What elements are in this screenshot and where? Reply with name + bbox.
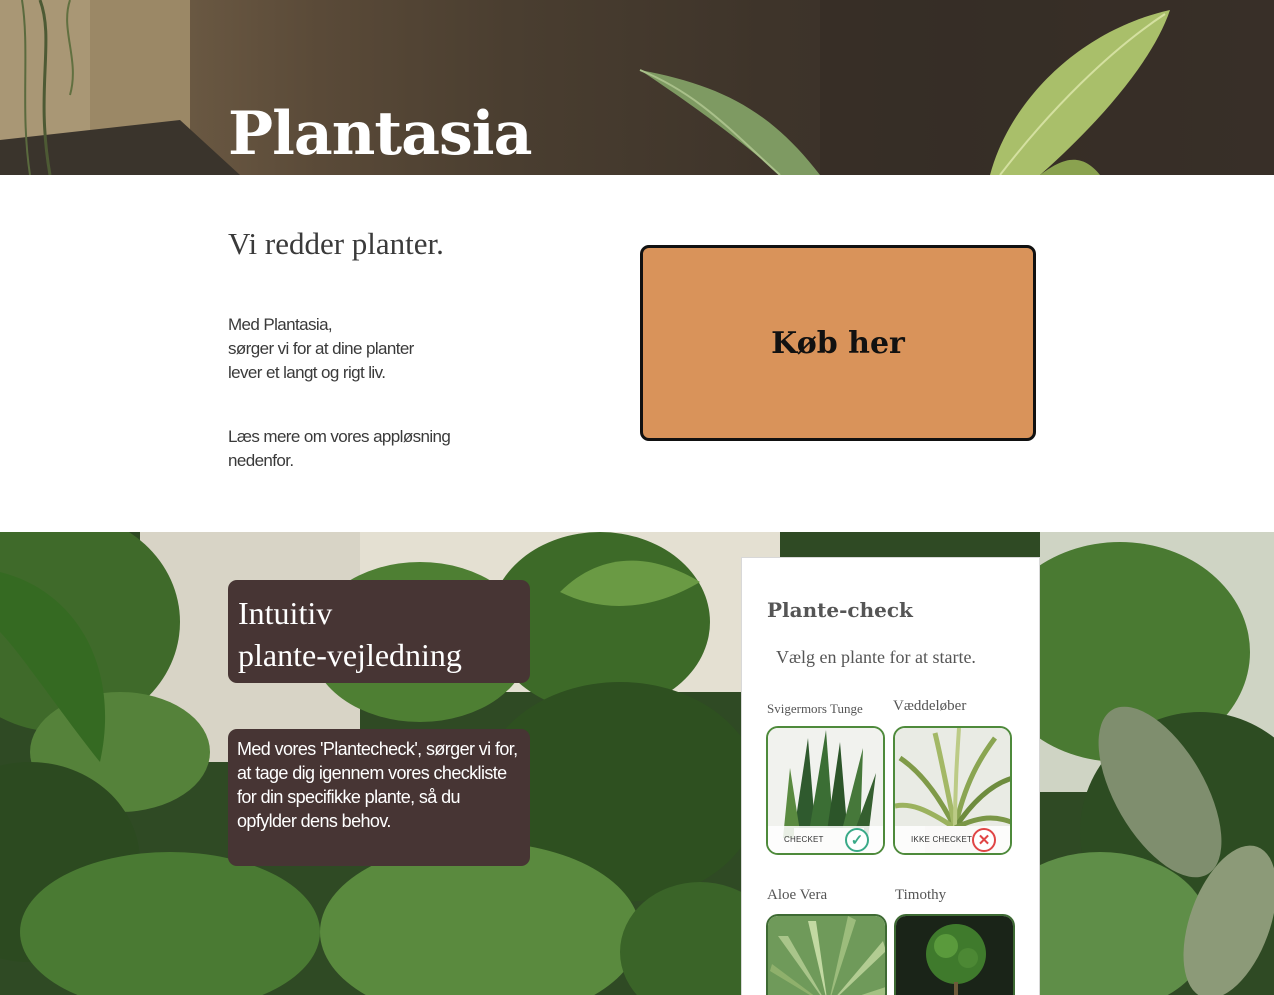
status-label: IKKE CHECKET [911,835,973,844]
plant-name: Svigermors Tunge [767,701,863,716]
site-title: Plantasia [228,99,532,169]
intro-text: Med Plantasia, sørger vi for at dine pla… [228,313,548,385]
buy-button[interactable]: Køb her [640,245,1036,441]
feature-title-panel: Intuitiv plante-vejledning [228,580,530,683]
feature-section: Intuitiv plante-vejledning Med vores 'Pl… [0,532,1274,995]
aloe-vera-image [768,916,885,995]
hero-banner: Plantasia [0,0,1274,175]
hero-plant-photo [0,0,1274,175]
plant-card-timothy[interactable] [894,914,1015,995]
feature-title-line1: Intuitiv [238,595,333,631]
intro-line: lever et langt og rigt liv. [228,363,386,382]
app-mockup: Plante-check Vælg en plante for at start… [741,557,1040,995]
card-status-bar: IKKE CHECKET ✕ [895,826,1010,853]
cross-icon: ✕ [972,828,996,852]
buy-button-label: Køb her [771,325,905,361]
plant-name: Timothy [895,887,947,903]
feature-title-line2: plante-vejledning [238,637,462,673]
feature-description-panel: Med vores 'Plantecheck', sørger vi for, … [228,729,530,866]
plant-card-aloe-vera[interactable] [766,914,887,995]
plant-card-svigermors-tunge[interactable]: CHECKET ✓ [766,726,885,855]
intro-line: Med Plantasia, [228,315,333,334]
read-more-text: Læs mere om vores appløsning nedenfor. [228,427,451,470]
card-status-bar: CHECKET ✓ [768,826,883,853]
checkmark-icon: ✓ [845,828,869,852]
status-label: CHECKET [784,835,824,844]
app-subtitle: Vælg en plante for at starte. [776,647,976,667]
timothy-plant-image [896,916,1013,995]
plant-name: Aloe Vera [767,887,828,903]
plant-name: Væddeløber [893,698,967,714]
tagline: Vi redder planter. [228,226,444,261]
feature-description: Med vores 'Plantecheck', sørger vi for, … [237,739,518,831]
app-title: Plante-check [767,598,913,622]
intro-line: sørger vi for at dine planter [228,339,414,358]
plant-card-vaeddeloeber[interactable]: IKKE CHECKET ✕ [893,726,1012,855]
plants-background-photo [0,532,1274,995]
